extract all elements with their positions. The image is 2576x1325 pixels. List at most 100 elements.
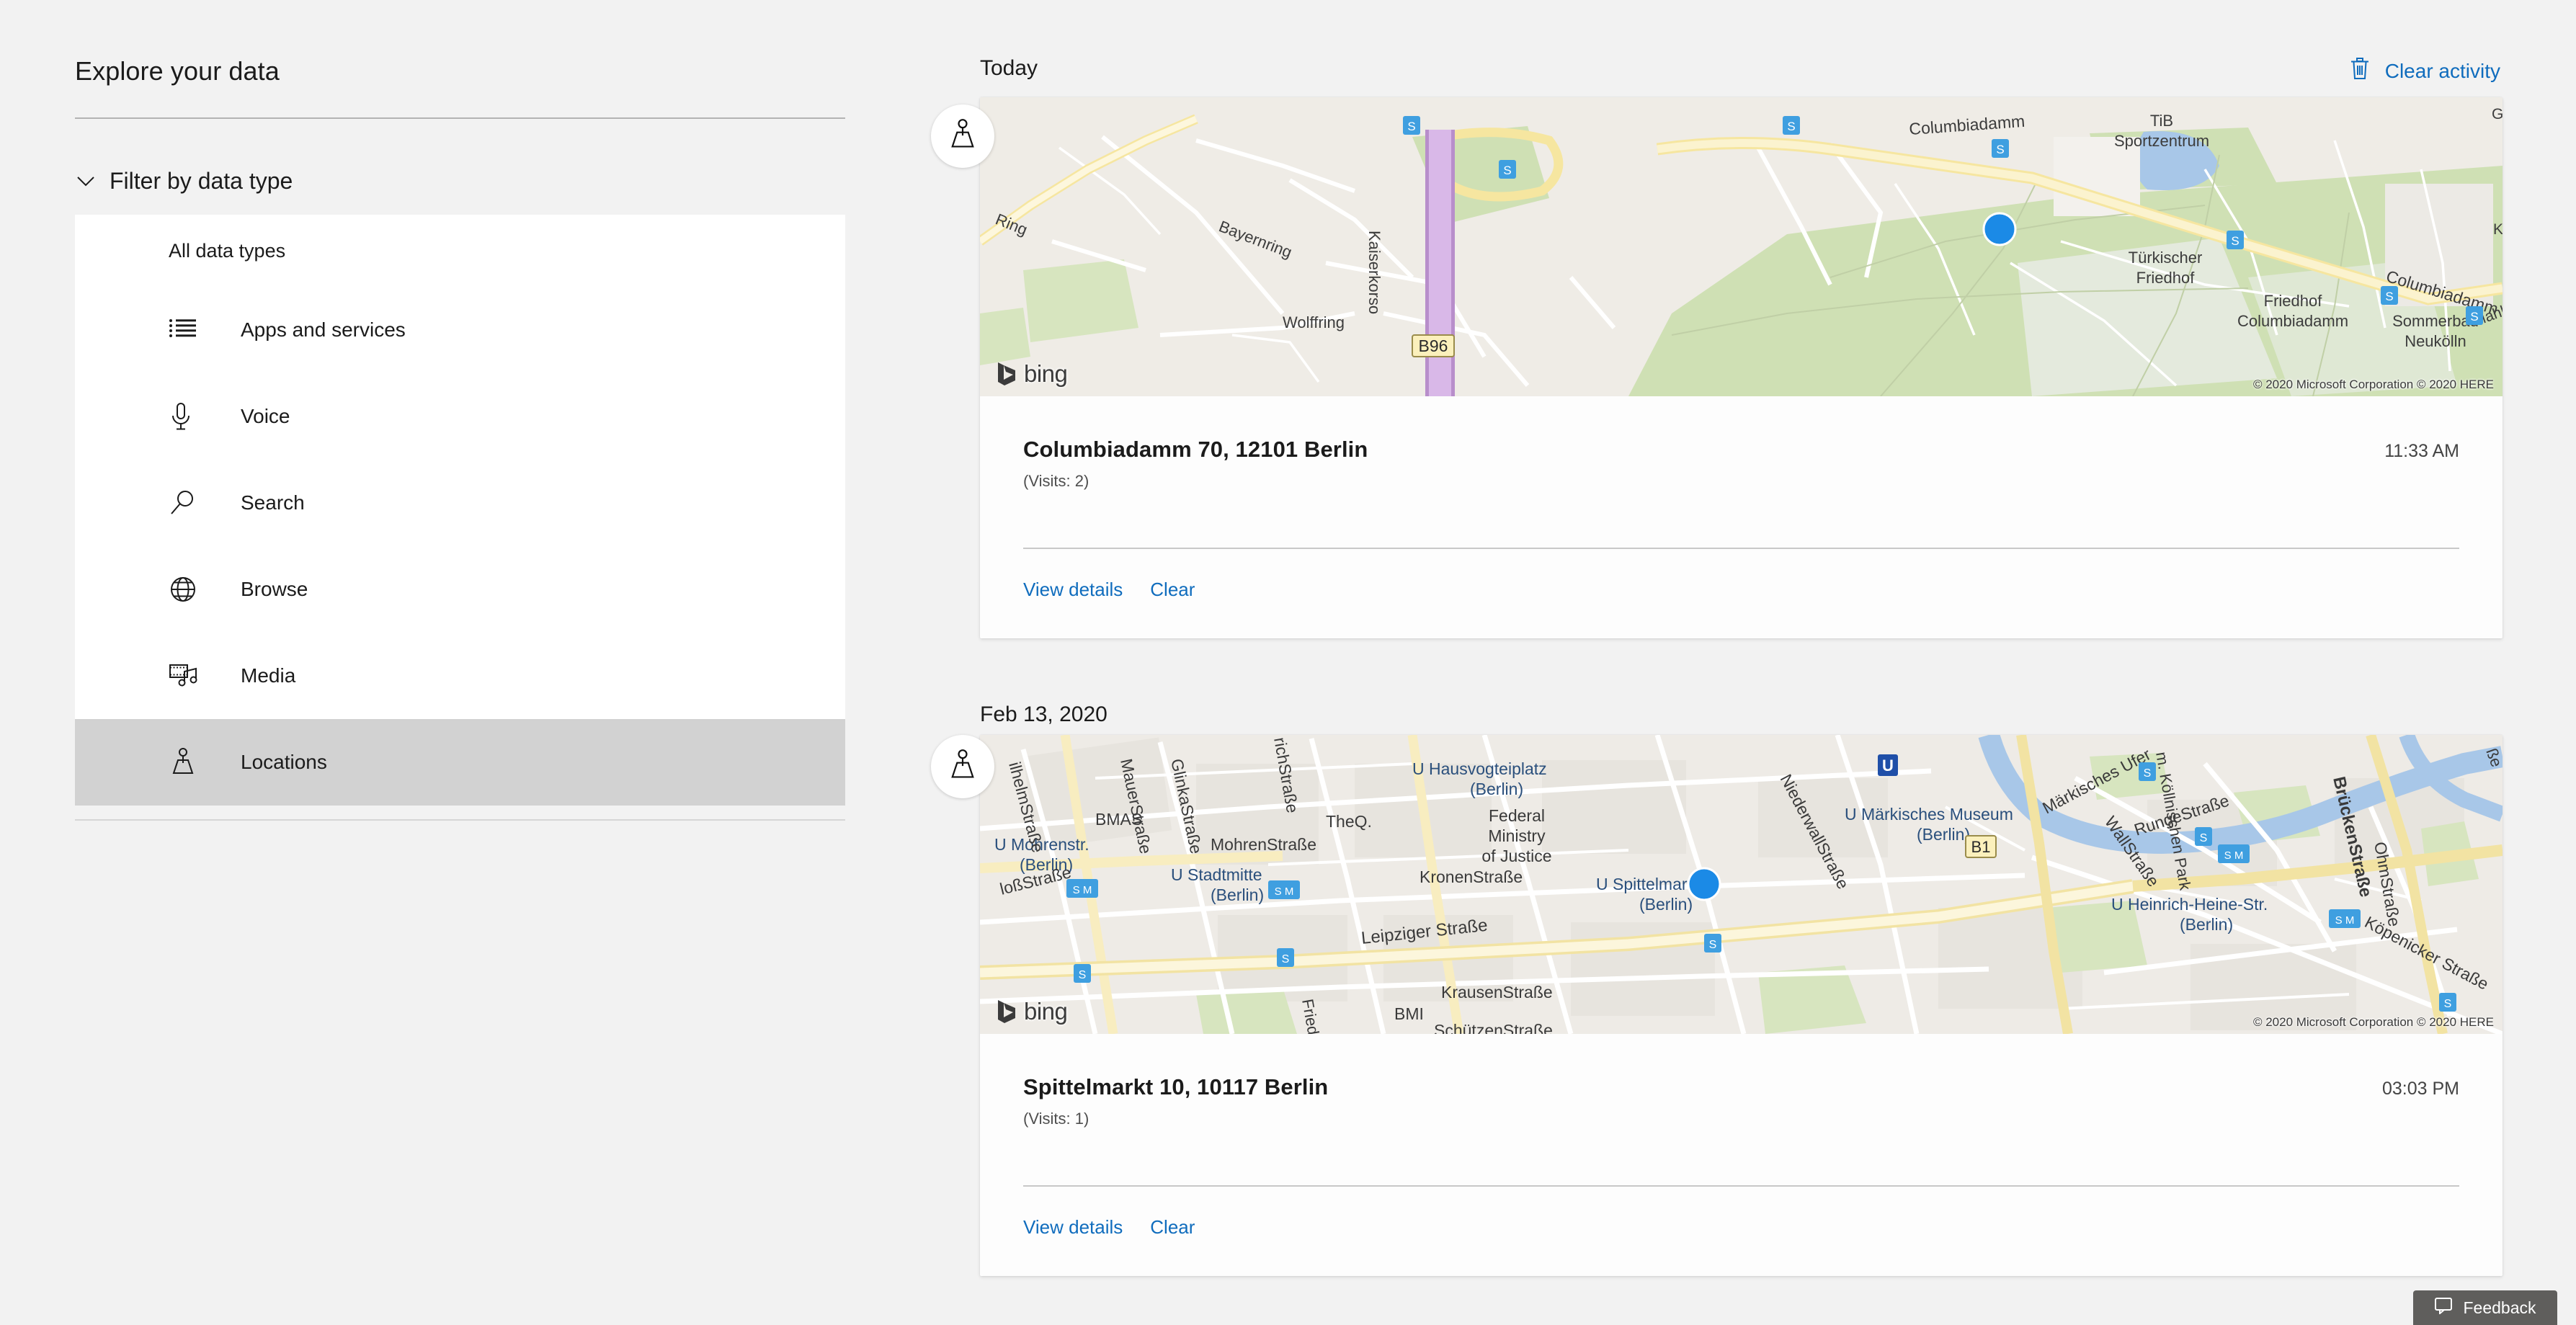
activity-card-body: Columbiadamm 70, 12101 Berlin 11:33 AM (… — [980, 396, 2503, 638]
clear-activity-button[interactable]: Clear activity — [2349, 56, 2500, 86]
view-details-link[interactable]: View details — [1023, 1216, 1123, 1239]
svg-text:B96: B96 — [1419, 336, 1448, 355]
svg-text:S M: S M — [2335, 914, 2355, 927]
bing-logo: bing — [996, 998, 1068, 1025]
filter-by-data-type-toggle[interactable]: Filter by data type — [75, 160, 845, 202]
activity-address: Spittelmarkt 10, 10117 Berlin — [1023, 1074, 1329, 1099]
trash-icon — [2349, 56, 2371, 86]
sidebar-item-locations[interactable]: Locations — [75, 719, 845, 806]
sidebar-item-browse[interactable]: Browse — [75, 546, 845, 633]
date-group-heading: Feb 13, 2020 — [980, 702, 1107, 726]
map-attribution: © 2020 Microsoft Corporation © 2020 HERE — [2252, 1015, 2494, 1029]
map-graphic: U Hausvogteiplatz (Berlin) BMAS TheQ. Fe… — [980, 735, 2503, 1034]
bing-glyph-icon — [998, 362, 1015, 385]
svg-text:(Berlin): (Berlin) — [1211, 885, 1264, 904]
svg-text:MohrenStraße: MohrenStraße — [1211, 835, 1316, 854]
feedback-button[interactable]: Feedback — [2413, 1290, 2557, 1325]
feedback-icon — [2434, 1297, 2453, 1319]
svg-text:BMI: BMI — [1394, 1004, 1424, 1023]
sidebar-item-search[interactable]: Search — [75, 460, 845, 546]
card-actions: View details Clear — [1023, 1216, 1195, 1239]
sidebar-item-media[interactable]: Media — [75, 633, 845, 719]
svg-text:(Berlin): (Berlin) — [1917, 825, 1970, 844]
list-bottom-divider — [75, 819, 845, 821]
title-divider — [75, 117, 845, 119]
card-actions: View details Clear — [1023, 579, 1195, 601]
svg-text:(Berlin): (Berlin) — [1470, 780, 1523, 798]
svg-text:Kaiserkorso: Kaiserkorso — [1365, 231, 1383, 314]
svg-text:U: U — [1882, 757, 1894, 775]
svg-text:Ministry: Ministry — [1488, 826, 1546, 845]
svg-text:Federal: Federal — [1489, 806, 1545, 825]
feedback-label: Feedback — [2463, 1298, 2536, 1317]
chevron-down-icon — [75, 170, 97, 192]
svg-text:Türkischer: Türkischer — [2129, 249, 2203, 267]
svg-text:U Märkisches Museum: U Märkisches Museum — [1845, 805, 2013, 824]
location-pin-icon — [169, 747, 213, 777]
map-graphic: Columbiadamm TiB Sportzentrum Türkischer… — [980, 97, 2503, 396]
activity-time: 03:03 PM — [2381, 1079, 2459, 1099]
svg-text:B1: B1 — [1971, 838, 1991, 856]
sidebar-item-label: Apps and services — [241, 318, 406, 341]
svg-text:S: S — [1079, 969, 1087, 981]
svg-text:U Spittelmarkt: U Spittelmarkt — [1596, 875, 1701, 893]
svg-text:TheQ.: TheQ. — [1326, 812, 1372, 831]
list-icon — [169, 318, 213, 342]
activity-card[interactable]: Columbiadamm TiB Sportzentrum Türkischer… — [980, 97, 2503, 638]
card-divider — [1023, 1185, 2459, 1187]
card-pin-badge — [931, 104, 994, 168]
clear-link[interactable]: Clear — [1150, 579, 1195, 601]
sidebar-item-voice[interactable]: Voice — [75, 373, 845, 460]
activity-address: Columbiadamm 70, 12101 Berlin — [1023, 437, 1368, 462]
activity-visits: (Visits: 1) — [1023, 1110, 1089, 1128]
svg-text:Columbiadamm: Columbiadamm — [2237, 312, 2348, 330]
svg-text:U Heinrich-Heine-Str.: U Heinrich-Heine-Str. — [2111, 895, 2268, 914]
location-pin-icon — [947, 118, 979, 155]
bing-glyph-icon — [998, 1000, 1015, 1023]
all-data-types-label: All data types — [169, 239, 286, 262]
search-icon — [169, 488, 213, 517]
svg-text:K: K — [2493, 221, 2503, 238]
svg-text:S: S — [1282, 953, 1290, 965]
svg-text:TiB: TiB — [2150, 112, 2173, 130]
map-thumbnail[interactable]: Columbiadamm TiB Sportzentrum Türkischer… — [980, 97, 2503, 396]
svg-text:S: S — [1503, 164, 1511, 177]
map-attribution: © 2020 Microsoft Corporation © 2020 HERE — [2252, 378, 2494, 391]
svg-text:S M: S M — [1073, 884, 1092, 896]
svg-text:Go: Go — [2492, 106, 2503, 122]
globe-icon — [169, 575, 213, 604]
svg-text:Neukölln: Neukölln — [2405, 332, 2466, 350]
svg-text:Sportzentrum: Sportzentrum — [2114, 132, 2209, 150]
filter-by-data-type-label: Filter by data type — [110, 167, 293, 194]
svg-text:S: S — [1709, 939, 1717, 951]
date-group-heading-today: Today — [980, 56, 1038, 80]
clear-link[interactable]: Clear — [1150, 1216, 1195, 1239]
svg-text:S M: S M — [1275, 885, 1294, 898]
svg-text:(Berlin): (Berlin) — [2180, 915, 2233, 934]
activity-card[interactable]: U Hausvogteiplatz (Berlin) BMAS TheQ. Fe… — [980, 735, 2503, 1276]
svg-text:S: S — [2444, 998, 2452, 1010]
bing-logo: bing — [996, 360, 1068, 388]
svg-text:Wolffring: Wolffring — [1283, 313, 1345, 331]
card-divider — [1023, 548, 2459, 549]
svg-text:(Berlin): (Berlin) — [1639, 895, 1693, 914]
sidebar-item-label: Locations — [241, 751, 327, 773]
microphone-icon — [169, 401, 213, 432]
bing-wordmark: bing — [1024, 360, 1068, 387]
svg-text:S M: S M — [2224, 849, 2244, 862]
sidebar-item-label: Media — [241, 664, 296, 687]
svg-text:SchützenStraße: SchützenStraße — [1434, 1021, 1553, 1034]
sidebar-item-label: Browse — [241, 578, 308, 600]
svg-text:of Justice: of Justice — [1481, 847, 1551, 865]
page-title: Explore your data — [75, 56, 280, 86]
view-details-link[interactable]: View details — [1023, 579, 1123, 601]
svg-text:U Stadtmitte: U Stadtmitte — [1171, 865, 1262, 884]
sidebar-item-apps-and-services[interactable]: Apps and services — [75, 287, 845, 373]
clear-activity-label: Clear activity — [2384, 59, 2500, 82]
bing-wordmark: bing — [1024, 998, 1068, 1025]
activity-card-body: Spittelmarkt 10, 10117 Berlin 03:03 PM (… — [980, 1034, 2503, 1276]
map-thumbnail[interactable]: U Hausvogteiplatz (Berlin) BMAS TheQ. Fe… — [980, 735, 2503, 1034]
svg-text:S: S — [2144, 767, 2152, 780]
card-pin-badge — [931, 735, 994, 798]
media-icon — [169, 661, 213, 690]
